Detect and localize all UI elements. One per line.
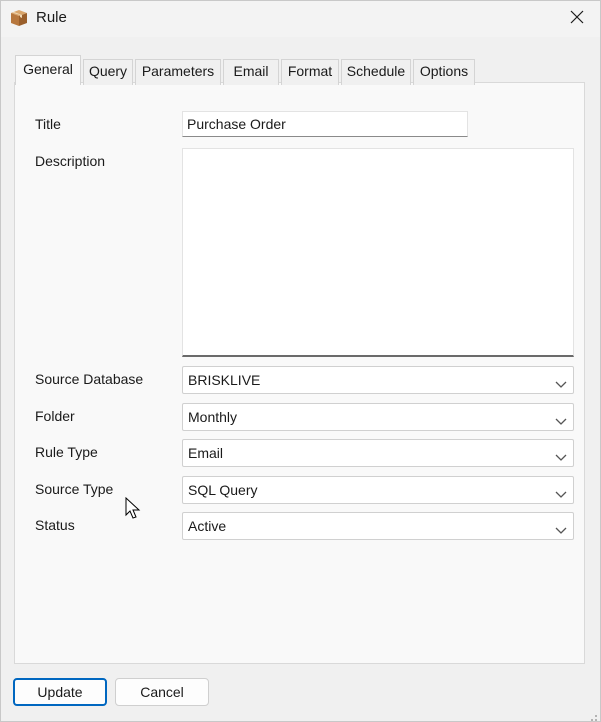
tab-format[interactable]: Format xyxy=(281,59,339,85)
tab-options[interactable]: Options xyxy=(413,59,475,85)
chevron-down-icon xyxy=(555,449,567,461)
description-label: Description xyxy=(35,153,106,169)
status-select[interactable]: Active xyxy=(182,512,574,540)
close-icon xyxy=(570,10,584,27)
title-bar: Rule xyxy=(1,1,600,37)
update-button[interactable]: Update xyxy=(13,678,107,706)
close-button[interactable] xyxy=(554,1,600,35)
general-tab-panel: Title Description Source Database BRISKL… xyxy=(14,82,585,664)
source-database-value: BRISKLIVE xyxy=(188,372,261,388)
source-type-label: Source Type xyxy=(35,481,114,497)
source-database-label: Source Database xyxy=(35,371,144,387)
tab-parameters[interactable]: Parameters xyxy=(135,59,221,85)
source-database-select[interactable]: BRISKLIVE xyxy=(182,366,574,394)
title-field[interactable] xyxy=(182,111,468,137)
status-value: Active xyxy=(188,518,227,534)
tab-schedule[interactable]: Schedule xyxy=(341,59,411,85)
chevron-down-icon xyxy=(555,522,567,534)
description-field[interactable] xyxy=(182,148,574,357)
window-title: Rule xyxy=(36,9,67,26)
folder-select[interactable]: Monthly xyxy=(182,403,574,431)
rule-type-value: Email xyxy=(188,445,224,461)
chevron-down-icon xyxy=(555,376,567,388)
tab-email[interactable]: Email xyxy=(223,59,279,85)
folder-label: Folder xyxy=(35,408,75,424)
title-label: Title xyxy=(35,116,61,132)
resize-grip-icon[interactable] xyxy=(588,709,598,721)
rule-dialog: Rule Title Description Source Database B… xyxy=(0,0,601,722)
folder-value: Monthly xyxy=(188,409,238,425)
chevron-down-icon xyxy=(555,413,567,425)
rule-type-label: Rule Type xyxy=(35,444,98,460)
chevron-down-icon xyxy=(555,486,567,498)
source-type-select[interactable]: SQL Query xyxy=(182,476,574,504)
source-type-value: SQL Query xyxy=(188,482,258,498)
tab-general[interactable]: General xyxy=(15,55,81,85)
mouse-pointer-icon xyxy=(125,496,141,521)
tab-query[interactable]: Query xyxy=(83,59,133,85)
status-label: Status xyxy=(35,517,75,533)
rule-type-select[interactable]: Email xyxy=(182,439,574,467)
package-icon xyxy=(9,8,29,28)
cancel-button[interactable]: Cancel xyxy=(115,678,209,706)
